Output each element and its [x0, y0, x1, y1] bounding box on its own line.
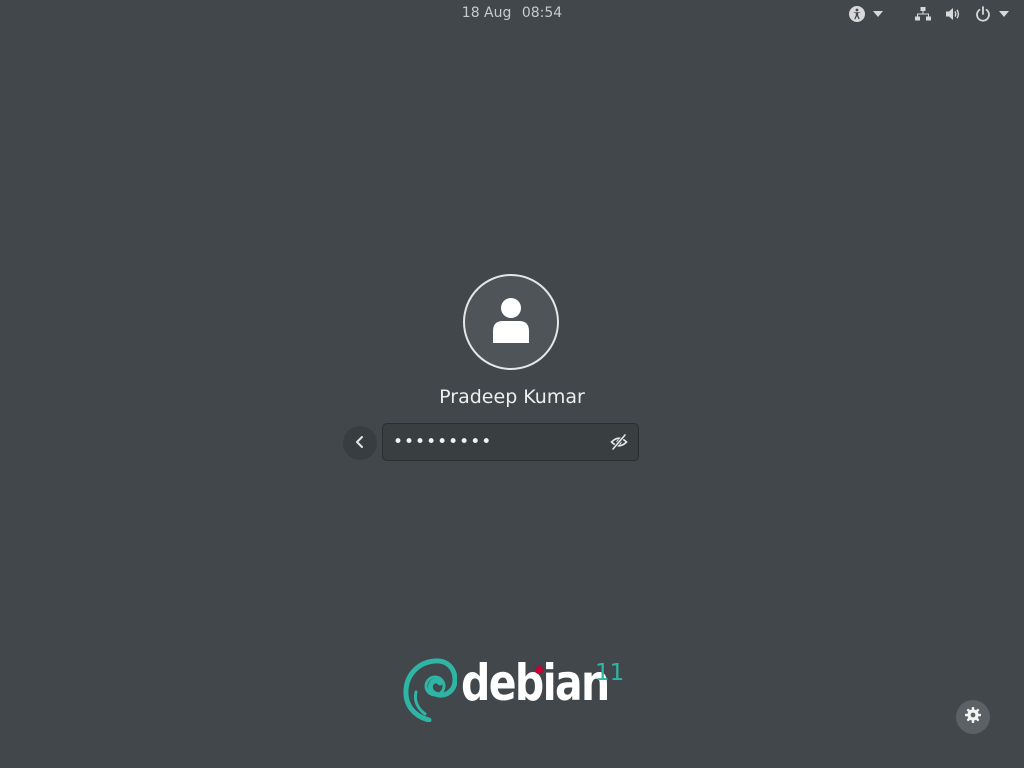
- gear-icon: [964, 706, 982, 728]
- system-status-menu[interactable]: [914, 4, 1010, 24]
- username-label: Pradeep Kumar: [439, 386, 585, 408]
- chevron-left-icon: [354, 434, 366, 453]
- network-wired-icon: [914, 5, 932, 23]
- user-avatar: [463, 274, 559, 370]
- chevron-down-icon: [998, 10, 1010, 18]
- power-icon: [974, 5, 992, 23]
- session-settings-button[interactable]: [956, 700, 990, 734]
- debian-swirl-icon: [403, 656, 458, 726]
- clock-date: 18 Aug: [461, 5, 512, 21]
- debian-logo: debian 11: [403, 654, 633, 724]
- password-input[interactable]: [393, 424, 603, 460]
- distro-version: 11: [595, 660, 625, 686]
- top-bar: 18 Aug 08:54: [0, 0, 1024, 28]
- clock-time: 08:54: [521, 5, 563, 21]
- volume-icon: [944, 5, 962, 23]
- password-field[interactable]: [382, 423, 639, 461]
- mouse-cursor-icon: [988, 762, 996, 768]
- accessibility-icon: [848, 5, 866, 23]
- debian-i-dot: [535, 666, 543, 674]
- accessibility-menu[interactable]: [848, 4, 884, 24]
- login-screen: 18 Aug 08:54 Pradeep Kumar debian 11: [0, 0, 1024, 768]
- user-avatar-icon: [489, 295, 533, 349]
- chevron-down-icon: [872, 10, 884, 18]
- distro-name: debian: [461, 654, 610, 712]
- back-button[interactable]: [343, 426, 377, 460]
- eye-slash-icon[interactable]: [610, 433, 628, 451]
